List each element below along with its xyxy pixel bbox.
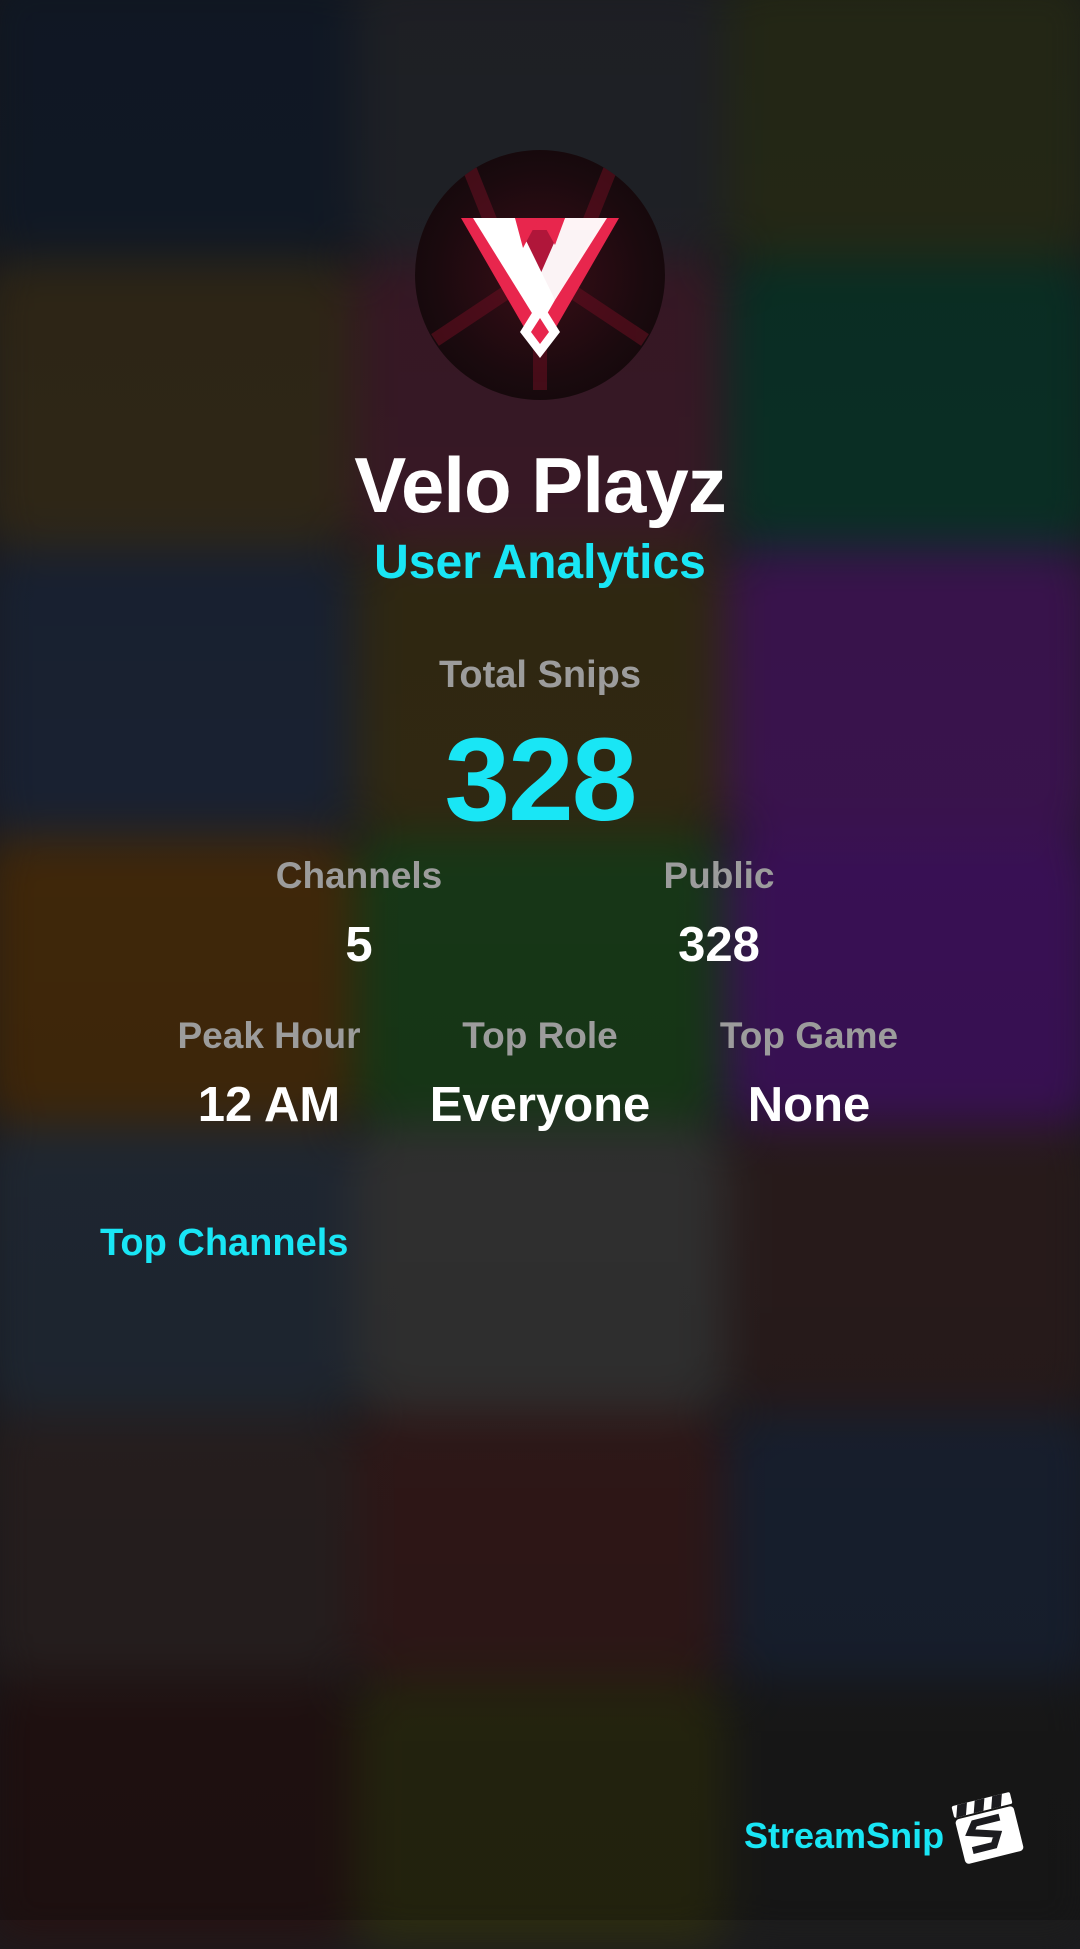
top-role-stat: Top Role Everyone — [390, 1015, 690, 1133]
peak-hour-value: 12 AM — [197, 1078, 341, 1132]
brand-name: StreamSnip — [744, 1815, 945, 1856]
top-channels-heading: Top Channels — [100, 1222, 349, 1264]
top-role-label: Top Role — [462, 1015, 618, 1056]
top-role-value: Everyone — [429, 1078, 651, 1132]
channels-stat: Channels 5 — [209, 855, 509, 973]
top-game-value: None — [747, 1078, 871, 1132]
total-snips-label: Total Snips — [439, 654, 641, 696]
user-name: Velo Playz — [354, 441, 727, 529]
top-game-stat: Top Game None — [659, 1015, 959, 1133]
top-game-label: Top Game — [719, 1015, 899, 1056]
analytics-card: Velo Playz User Analytics Total Snips 32… — [0, 0, 1080, 1920]
peak-hour-label: Peak Hour — [177, 1015, 361, 1056]
public-value: 328 — [678, 918, 760, 972]
peak-hour-stat: Peak Hour 12 AM — [119, 1015, 419, 1133]
channels-label: Channels — [275, 855, 443, 896]
public-stat: Public 328 — [569, 855, 869, 973]
total-snips-value: 328 — [444, 714, 638, 846]
page-subtitle: User Analytics — [374, 536, 706, 589]
clapperboard-icon — [951, 1792, 1024, 1864]
velo-logo-icon — [431, 167, 649, 390]
avatar — [415, 150, 665, 400]
public-label: Public — [663, 855, 775, 896]
channels-value: 5 — [345, 918, 373, 972]
